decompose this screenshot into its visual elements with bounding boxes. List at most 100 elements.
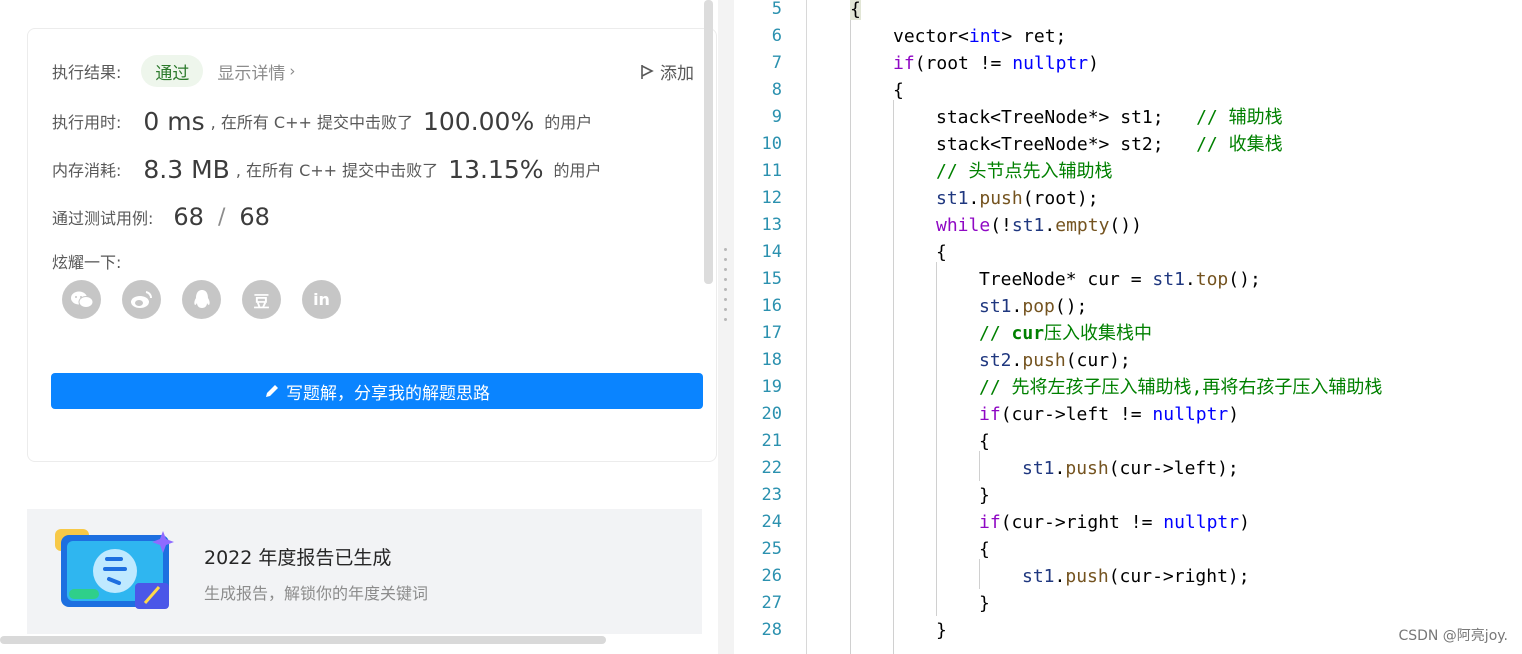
code-line-25: { xyxy=(979,539,990,560)
line-number: 20 xyxy=(761,404,782,424)
report-subtitle: 生成报告，解锁你的年度关键词 xyxy=(204,584,429,603)
code-line-13: while(!st1.empty()) xyxy=(936,215,1142,236)
line-number: 25 xyxy=(761,539,782,559)
pass-status-badge: 通过 xyxy=(141,55,204,87)
wechat-icon[interactable] xyxy=(62,280,101,319)
test-cases-separator: / xyxy=(217,204,226,230)
result-label: 执行结果: xyxy=(52,63,122,82)
line-number: 18 xyxy=(761,350,782,370)
code-line-12: st1.push(root); xyxy=(936,188,1099,209)
line-number: 23 xyxy=(761,485,782,505)
line-number: 21 xyxy=(761,431,782,451)
memory-beat-text: , 在所有 C++ 提交中击败了 xyxy=(235,161,439,180)
memory-row: 内存消耗: 8.3 MB , 在所有 C++ 提交中击败了 13.15% 的用户 xyxy=(52,153,602,185)
line-number: 8 xyxy=(771,80,782,100)
line-number: 19 xyxy=(761,377,782,397)
panel-splitter[interactable] xyxy=(718,0,734,654)
indent-guide xyxy=(936,262,937,616)
code-editor[interactable]: 5 6 7 8 9 10 11 12 13 14 15 16 17 18 19 20 21 22 23 24 25 26 2… xyxy=(734,0,1522,654)
test-cases-total: 68 xyxy=(239,203,270,231)
code-line-20: if(cur->left != nullptr) xyxy=(979,404,1240,425)
line-number-gutter: 5 6 7 8 9 10 11 12 13 14 15 16 17 18 19 20 21 22 23 24 25 26 2… xyxy=(734,0,806,654)
line-number: 28 xyxy=(761,620,782,640)
code-line-11: // 头节点先入辅助栈 xyxy=(936,161,1113,182)
line-number: 6 xyxy=(771,26,782,46)
write-solution-label: 写题解，分享我的解题思路 xyxy=(286,383,490,404)
code-line-17: // cur压入收集栈中 xyxy=(979,320,1152,347)
indent-guide xyxy=(979,559,980,589)
show-details-label: 显示详情 xyxy=(217,63,286,84)
line-number: 27 xyxy=(761,593,782,613)
memory-percent: 13.15% xyxy=(448,154,544,184)
comment-aux-stack: // 辅助栈 xyxy=(1196,107,1283,128)
line-number: 12 xyxy=(761,188,782,208)
code-line-7: if(root != nullptr) xyxy=(893,53,1099,74)
line-number: 24 xyxy=(761,512,782,532)
horizontal-scrollbar[interactable] xyxy=(0,636,606,644)
report-title: 2022 年度报告已生成 xyxy=(204,547,392,569)
line-number: 5 xyxy=(771,0,782,19)
memory-value: 8.3 MB xyxy=(143,154,230,184)
comment-collect-stack: // 收集栈 xyxy=(1196,134,1283,155)
code-line-10: stack<TreeNode*> st2; // 收集栈 xyxy=(936,134,1283,155)
pencil-icon xyxy=(266,385,278,397)
chevron-right-icon: › xyxy=(289,62,296,80)
annual-report-logo-icon xyxy=(55,529,174,609)
line-number: 15 xyxy=(761,269,782,289)
line-number: 14 xyxy=(761,242,782,262)
wechat-glyph xyxy=(70,291,93,308)
comment-cur-prefix: // xyxy=(979,323,1012,344)
weibo-glyph xyxy=(130,290,152,308)
line-number: 11 xyxy=(761,161,782,181)
linkedin-icon[interactable]: in xyxy=(302,280,341,319)
weibo-icon[interactable] xyxy=(122,280,161,319)
drag-handle-icon xyxy=(724,248,727,321)
qq-icon[interactable] xyxy=(182,280,221,319)
annual-report-banner[interactable]: 2022 年度报告已生成 生成报告，解锁你的年度关键词 xyxy=(27,509,702,634)
comment-cur-word: cur xyxy=(1011,323,1045,344)
show-details-link[interactable]: 显示详情 › xyxy=(217,59,295,84)
social-share-icons: 豆 in xyxy=(62,280,341,319)
result-row: 执行结果: 通过 显示详情 › xyxy=(52,55,295,87)
runtime-value: 0 ms xyxy=(143,106,205,136)
indent-guide xyxy=(850,19,851,654)
runtime-row: 执行用时: 0 ms , 在所有 C++ 提交中击败了 100.00% 的用户 xyxy=(52,105,592,137)
share-label: 炫耀一下: xyxy=(52,253,122,272)
memory-label: 内存消耗: xyxy=(52,161,122,180)
line-number: 17 xyxy=(761,323,782,343)
line-number: 9 xyxy=(771,107,782,127)
line-number: 16 xyxy=(761,296,782,316)
comment-cur-suffix: 压入收集栈中 xyxy=(1044,323,1153,344)
line-number: 13 xyxy=(761,215,782,235)
add-note-label: 添加 xyxy=(660,64,694,84)
code-line-23: } xyxy=(979,485,990,506)
vertical-scrollbar[interactable] xyxy=(704,0,713,284)
code-line-24: if(cur->right != nullptr) xyxy=(979,512,1250,533)
runtime-tail: 的用户 xyxy=(544,113,593,132)
csdn-watermark: CSDN @阿亮joy. xyxy=(1398,628,1508,644)
code-line-14: { xyxy=(936,242,947,263)
write-solution-button[interactable]: 写题解，分享我的解题思路 xyxy=(51,373,703,409)
memory-tail: 的用户 xyxy=(553,161,602,180)
flag-icon xyxy=(641,64,654,79)
code-line-26: st1.push(cur->right); xyxy=(1022,566,1250,587)
line-number: 7 xyxy=(771,53,782,73)
douban-icon[interactable]: 豆 xyxy=(242,280,281,319)
code-line-28: } xyxy=(936,620,947,641)
test-cases-label: 通过测试用例: xyxy=(52,209,154,228)
code-line-19: // 先将左孩子压入辅助栈,再将右孩子压入辅助栈 xyxy=(979,377,1383,398)
test-cases-passed: 68 xyxy=(173,203,204,231)
code-line-6: vector<int> ret; xyxy=(893,26,1067,47)
code-line-16: st1.pop(); xyxy=(979,296,1088,317)
share-row: 炫耀一下: xyxy=(52,249,121,273)
code-line-22: st1.push(cur->left); xyxy=(1022,458,1239,479)
code-line-21: { xyxy=(979,431,990,452)
runtime-percent: 100.00% xyxy=(422,106,535,136)
code-line-18: st2.push(cur); xyxy=(979,350,1131,371)
douban-glyph: 豆 xyxy=(253,291,270,311)
add-note-button[interactable]: 添加 xyxy=(640,59,694,84)
runtime-beat-text: , 在所有 C++ 提交中击败了 xyxy=(210,113,413,132)
test-cases-row: 通过测试用例: 68 / 68 xyxy=(52,201,270,233)
gutter-border xyxy=(806,0,807,654)
line-number: 26 xyxy=(761,566,782,586)
